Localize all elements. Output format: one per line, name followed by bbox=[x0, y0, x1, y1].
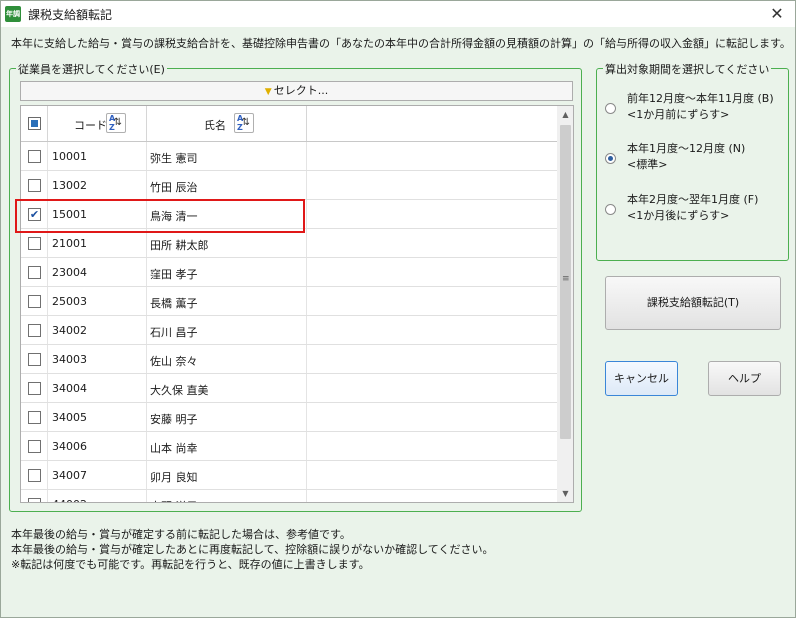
code-header-label: コード bbox=[74, 119, 107, 132]
period-option-label: 本年1月度～12月度 (N) bbox=[627, 142, 746, 155]
employee-group-title: 従業員を選択してください(E) bbox=[16, 61, 167, 77]
dropdown-triangle-icon: ▼ bbox=[264, 87, 272, 97]
note-line: ※転記は何度でも可能です。再転記を行うと、既存の値に上書きします。 bbox=[11, 558, 370, 571]
note-line: 本年最後の給与・賞与が確定する前に転記した場合は、参考値です。 bbox=[11, 528, 351, 541]
row-checkbox[interactable] bbox=[28, 382, 41, 395]
table-row[interactable]: 34004 大久保 直美 bbox=[21, 374, 557, 403]
period-option-label: 本年2月度～翌年1月度 (F) bbox=[627, 193, 759, 206]
vertical-scrollbar[interactable]: ▲ ≡ ▼ bbox=[557, 106, 573, 502]
row-name: 中野 洋子 bbox=[150, 498, 198, 502]
close-icon[interactable]: ✕ bbox=[765, 2, 789, 26]
row-checkbox[interactable] bbox=[28, 469, 41, 482]
cancel-button[interactable]: キャンセル bbox=[605, 361, 678, 396]
table-row[interactable]: 34005 安藤 明子 bbox=[21, 403, 557, 432]
table-row[interactable]: 25003 長橋 薫子 bbox=[21, 287, 557, 316]
grid-header: コード A Z ⇅ 氏名 A Z ⇅ bbox=[21, 106, 557, 142]
transfer-button[interactable]: 課税支給額転記(T) bbox=[605, 276, 781, 330]
row-code: 13002 bbox=[52, 179, 87, 192]
scroll-up-icon[interactable]: ▲ bbox=[557, 106, 573, 123]
row-code: 23004 bbox=[52, 266, 87, 279]
period-option-label: 前年12月度～本年11月度 (B) bbox=[627, 92, 774, 105]
employee-group: 従業員を選択してください(E) ▼ セレクト... コード A Z ⇅ 氏名 A Z ⇅ … bbox=[9, 61, 582, 512]
sort-icon[interactable]: A Z ⇅ bbox=[106, 113, 126, 133]
employee-grid: コード A Z ⇅ 氏名 A Z ⇅ 10001 弥生 憲司 13002 竹田 辰治 ✔ 1500… bbox=[20, 105, 574, 503]
table-row[interactable]: 34007 卯月 良知 bbox=[21, 461, 557, 490]
radio-button[interactable] bbox=[605, 103, 616, 114]
row-code: 34006 bbox=[52, 440, 87, 453]
row-code: 34003 bbox=[52, 353, 87, 366]
row-code: 34002 bbox=[52, 324, 87, 337]
title-bar: 年調 課税支給額転記 ✕ bbox=[1, 1, 795, 27]
table-row[interactable]: 10001 弥生 憲司 bbox=[21, 142, 557, 171]
table-row[interactable]: 13002 竹田 辰治 bbox=[21, 171, 557, 200]
row-code: 34004 bbox=[52, 382, 87, 395]
radio-button[interactable] bbox=[605, 204, 616, 215]
period-option-sublabel: <1か月後にずらす> bbox=[627, 209, 730, 222]
row-checkbox[interactable] bbox=[28, 324, 41, 337]
dialog-window: 年調 課税支給額転記 ✕ 本年に支給した給与・賞与の課税支給合計を、基礎控除申告… bbox=[0, 0, 796, 618]
row-name: 弥生 憲司 bbox=[150, 152, 198, 165]
period-option-sublabel: <標準> bbox=[627, 158, 668, 171]
table-row[interactable]: 21001 田所 耕太郎 bbox=[21, 229, 557, 258]
row-code: 34007 bbox=[52, 469, 87, 482]
select-button-label: セレクト... bbox=[273, 84, 329, 97]
select-all-checkbox[interactable] bbox=[28, 117, 41, 130]
row-checkbox[interactable] bbox=[28, 353, 41, 366]
row-name: 大久保 直美 bbox=[150, 384, 209, 397]
table-row[interactable]: 34002 石川 昌子 bbox=[21, 316, 557, 345]
row-code: 21001 bbox=[52, 237, 87, 250]
table-row[interactable]: 34006 山本 尚幸 bbox=[21, 432, 557, 461]
row-code: 10001 bbox=[52, 150, 87, 163]
notes: 本年最後の給与・賞与が確定する前に転記した場合は、参考値です。 本年最後の給与・… bbox=[11, 527, 493, 572]
grid-rows: 10001 弥生 憲司 13002 竹田 辰治 ✔ 15001 鳥海 清一 21001 田所 耕… bbox=[21, 142, 557, 502]
row-name: 山本 尚幸 bbox=[150, 442, 198, 455]
period-option-sublabel: <1か月前にずらす> bbox=[627, 108, 730, 121]
row-checkbox[interactable] bbox=[28, 411, 41, 424]
column-header-code[interactable]: コード A Z ⇅ bbox=[48, 106, 147, 141]
period-group-title: 算出対象期間を選択してください bbox=[603, 61, 772, 77]
column-header-name[interactable]: 氏名 A Z ⇅ bbox=[147, 106, 307, 141]
row-checkbox[interactable] bbox=[28, 266, 41, 279]
name-header-label: 氏名 bbox=[204, 119, 226, 132]
note-line: 本年最後の給与・賞与が確定したあとに再度転記して、控除額に誤りがないか確認してく… bbox=[11, 543, 494, 556]
table-row[interactable]: 34003 佐山 奈々 bbox=[21, 345, 557, 374]
row-name: 竹田 辰治 bbox=[150, 181, 198, 194]
scroll-down-icon[interactable]: ▼ bbox=[557, 485, 573, 502]
period-group: 算出対象期間を選択してください 前年12月度～本年11月度 (B) <1か月前にず… bbox=[596, 61, 789, 261]
row-checkbox[interactable] bbox=[28, 179, 41, 192]
row-name: 安藤 明子 bbox=[150, 413, 198, 426]
window-title: 課税支給額転記 bbox=[28, 8, 113, 22]
select-button[interactable]: ▼ セレクト... bbox=[20, 81, 573, 101]
row-code: 34005 bbox=[52, 411, 87, 424]
table-row[interactable]: 23004 窪田 孝子 bbox=[21, 258, 557, 287]
row-code: 25003 bbox=[52, 295, 87, 308]
grip-icon: ≡ bbox=[562, 274, 570, 284]
row-checkbox[interactable] bbox=[28, 237, 41, 250]
row-name: 卯月 良知 bbox=[150, 471, 198, 484]
sort-icon[interactable]: A Z ⇅ bbox=[234, 113, 254, 133]
row-checkbox[interactable] bbox=[28, 440, 41, 453]
scrollbar-thumb[interactable]: ≡ bbox=[560, 125, 571, 439]
row-checkbox[interactable] bbox=[28, 295, 41, 308]
row-code: 44002 bbox=[52, 498, 87, 502]
row-checkbox[interactable] bbox=[28, 150, 41, 163]
row-name: 石川 昌子 bbox=[150, 326, 198, 339]
row-checkbox[interactable] bbox=[28, 498, 41, 502]
intro-text: 本年に支給した給与・賞与の課税支給合計を、基礎控除申告書の「あなたの本年中の合計… bbox=[11, 37, 791, 50]
app-icon: 年調 bbox=[5, 6, 21, 22]
selected-row-highlight bbox=[15, 199, 305, 233]
row-name: 田所 耕太郎 bbox=[150, 239, 209, 252]
radio-button[interactable] bbox=[605, 153, 616, 164]
table-row[interactable]: 44002 中野 洋子 bbox=[21, 490, 557, 502]
row-name: 佐山 奈々 bbox=[150, 355, 198, 368]
row-name: 窪田 孝子 bbox=[150, 268, 198, 281]
help-button[interactable]: ヘルプ bbox=[708, 361, 781, 396]
row-name: 長橋 薫子 bbox=[150, 297, 198, 310]
